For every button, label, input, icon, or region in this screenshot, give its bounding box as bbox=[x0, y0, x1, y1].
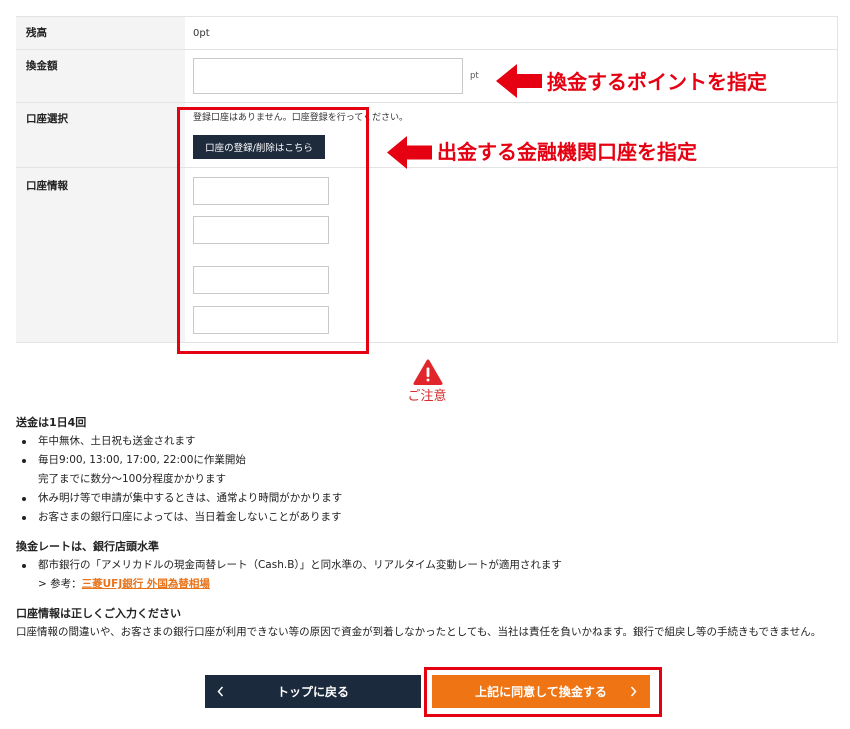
rate-list: 都市銀行の「アメリカドルの現金両替レート（Cash.B）」と同水準の、リアルタイ… bbox=[16, 556, 838, 594]
account-field-2[interactable] bbox=[193, 216, 329, 244]
chevron-left-icon bbox=[217, 686, 224, 697]
balance-row: 残高 0pt bbox=[16, 17, 838, 50]
account-field-3[interactable] bbox=[193, 266, 329, 294]
exchange-rate-link[interactable]: 三菱UFJ銀行 外国為替相場 bbox=[82, 578, 210, 590]
notice-title: ご注意 bbox=[407, 389, 447, 404]
balance-value-cell: 0pt bbox=[185, 17, 838, 49]
arrow-left-icon bbox=[496, 64, 542, 98]
no-account-message: 登録口座はありません。口座登録を行ってください。 bbox=[193, 113, 409, 123]
account-annotation: 出金する金融機関口座を指定 bbox=[437, 140, 697, 164]
account-info-label: 口座情報 bbox=[16, 168, 185, 342]
back-to-top-button[interactable]: トップに戻る bbox=[205, 675, 421, 708]
balance-value: 0pt bbox=[193, 27, 210, 39]
account-disclaimer: 口座情報の間違いや、お客さまの銀行口座が利用できない等の原因で資金が到着しなかっ… bbox=[16, 626, 822, 638]
list-item: 都市銀行の「アメリカドルの現金両替レート（Cash.B）」と同水準の、リアルタイ… bbox=[22, 556, 838, 594]
warning-icon bbox=[413, 359, 443, 385]
balance-label: 残高 bbox=[16, 17, 185, 49]
list-item: 毎日9:00, 13:00, 17:00, 22:00に作業開始 完了までに数分… bbox=[22, 451, 838, 489]
list-item-text: お客さまの銀行口座によっては、当日着金しないことがあります bbox=[38, 511, 342, 523]
list-item-text: 毎日9:00, 13:00, 17:00, 22:00に作業開始 bbox=[38, 454, 246, 466]
account-select-label: 口座選択 bbox=[16, 103, 185, 167]
account-notes: 口座情報は正しくご入力ください 口座情報の間違いや、お客さまの銀行口座が利用でき… bbox=[16, 604, 838, 642]
transfer-list: 年中無休、土日祝も送金されます 毎日9:00, 13:00, 17:00, 22… bbox=[16, 432, 838, 527]
account-heading: 口座情報は正しくご入力ください bbox=[16, 607, 181, 620]
list-item-text: 休み明け等で申請が集中するときは、通常より時間がかかります bbox=[38, 492, 343, 504]
reference-prefix: > 参考： bbox=[38, 578, 82, 590]
reference-line: > 参考：三菱UFJ銀行 外国為替相場 bbox=[38, 575, 838, 594]
amount-annotation: 換金するポイントを指定 bbox=[547, 70, 767, 94]
chevron-right-icon bbox=[630, 686, 637, 697]
list-item: お客さまの銀行口座によっては、当日着金しないことがあります bbox=[22, 508, 838, 527]
account-info-cell bbox=[185, 168, 838, 342]
transfer-notes: 送金は1日4回 年中無休、土日祝も送金されます 毎日9:00, 13:00, 1… bbox=[16, 413, 838, 527]
account-info-row: 口座情報 bbox=[16, 168, 838, 343]
list-item: 休み明け等で申請が集中するときは、通常より時間がかかります bbox=[22, 489, 838, 508]
manage-account-button[interactable]: 口座の登録/削除はこちら bbox=[193, 135, 325, 159]
list-item-text: 年中無休、土日祝も送金されます bbox=[38, 435, 196, 447]
agree-and-exchange-button[interactable]: 上記に同意して換金する bbox=[432, 675, 650, 708]
transfer-heading: 送金は1日4回 bbox=[16, 416, 87, 429]
rate-notes: 換金レートは、銀行店頭水準 都市銀行の「アメリカドルの現金両替レート（Cash.… bbox=[16, 537, 838, 594]
list-item-text: 都市銀行の「アメリカドルの現金両替レート（Cash.B）」と同水準の、リアルタイ… bbox=[38, 559, 562, 571]
list-item-subtext: 完了までに数分〜100分程度かかります bbox=[38, 473, 227, 485]
submit-button-label: 上記に同意して換金する bbox=[475, 685, 607, 699]
account-field-4[interactable] bbox=[193, 306, 329, 334]
account-field-1[interactable] bbox=[193, 177, 329, 205]
notice-section: 送金は1日4回 年中無休、土日祝も送金されます 毎日9:00, 13:00, 1… bbox=[16, 413, 838, 642]
list-item: 年中無休、土日祝も送金されます bbox=[22, 432, 838, 451]
exchange-form-table: 残高 0pt 換金額 pt 口座選択 登録口座はありません。口座登録を行ってくだ… bbox=[16, 16, 838, 343]
arrow-left-icon bbox=[387, 136, 432, 169]
rate-heading: 換金レートは、銀行店頭水準 bbox=[16, 540, 159, 553]
back-button-label: トップに戻る bbox=[276, 685, 349, 699]
amount-unit: pt bbox=[470, 71, 479, 81]
amount-label: 換金額 bbox=[16, 50, 185, 102]
amount-input[interactable] bbox=[193, 58, 463, 94]
